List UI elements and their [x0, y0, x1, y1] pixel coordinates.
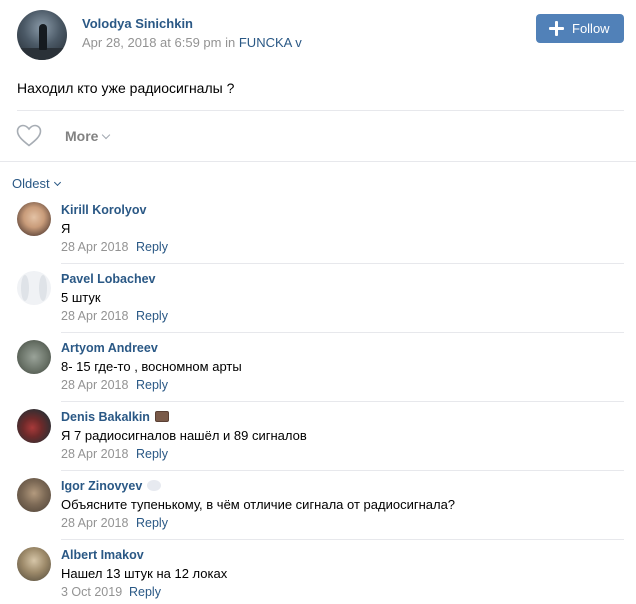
comments-divider [0, 161, 636, 162]
commenter-name-link[interactable]: Kirill Korolyov [61, 203, 146, 217]
commenter-avatar[interactable] [17, 409, 51, 443]
commenter-name-link[interactable]: Artyom Andreev [61, 341, 158, 355]
follow-button[interactable]: Follow [536, 14, 624, 43]
comment-date[interactable]: 28 Apr 2018 [61, 309, 128, 323]
comment-item: Pavel Lobachev 5 штук 28 Apr 2018 Reply [0, 264, 636, 333]
post-header: Volodya Sinichkin Apr 28, 2018 at 6:59 p… [0, 0, 636, 70]
reply-link[interactable]: Reply [136, 447, 168, 461]
commenter-avatar[interactable] [17, 271, 51, 305]
comment-item: Igor Zinovyev Объясните тупенькому, в чё… [0, 471, 636, 540]
post-text: Находил кто уже радиосигналы ? [17, 80, 235, 96]
comment-item: Denis Bakalkin Я 7 радиосигналов нашёл и… [0, 402, 636, 471]
commenter-name-link[interactable]: Denis Bakalkin [61, 410, 169, 424]
commenter-avatar[interactable] [17, 478, 51, 512]
reply-link[interactable]: Reply [136, 309, 168, 323]
author-name-link[interactable]: Volodya Sinichkin [82, 16, 193, 31]
reply-link[interactable]: Reply [136, 516, 168, 530]
comment-date[interactable]: 28 Apr 2018 [61, 447, 128, 461]
post-meta: Apr 28, 2018 at 6:59 pm in FUNCKA v [82, 35, 302, 50]
post-action-bar: More [0, 111, 636, 161]
commenter-avatar[interactable] [17, 547, 51, 581]
post-date[interactable]: Apr 28, 2018 at 6:59 pm [82, 35, 221, 50]
plus-icon [549, 21, 564, 36]
group-link[interactable]: FUNCKA v [239, 35, 302, 50]
commenter-name-link[interactable]: Pavel Lobachev [61, 272, 156, 286]
comment-text: Я [61, 221, 71, 236]
comment-date[interactable]: 28 Apr 2018 [61, 240, 128, 254]
comment-text: 8- 15 где-то , восномном арты [61, 359, 242, 374]
commenter-name-link[interactable]: Igor Zinovyev [61, 479, 162, 493]
comment-text: 5 штук [61, 290, 101, 305]
comment-text: Я 7 радиосигналов нашёл и 89 сигналов [61, 428, 307, 443]
bird-icon [147, 480, 162, 491]
comment-text: Объясните тупенькому, в чём отличие сигн… [61, 497, 456, 512]
group-suffix: v [291, 35, 302, 50]
commenter-name[interactable]: Denis Bakalkin [61, 410, 150, 424]
comment-date[interactable]: 28 Apr 2018 [61, 516, 128, 530]
author-avatar[interactable] [17, 10, 67, 60]
follow-button-label: Follow [572, 21, 610, 36]
comments-sort-label: Oldest [12, 176, 50, 191]
comment-date[interactable]: 28 Apr 2018 [61, 378, 128, 392]
briefcase-icon [154, 411, 169, 422]
comment-item: Artyom Andreev 8- 15 где-то , восномном … [0, 333, 636, 402]
comment-item: Albert Imakov Нашел 13 штук на 12 локах … [0, 540, 636, 604]
chevron-down-icon [102, 130, 111, 140]
more-button[interactable]: More [65, 128, 111, 144]
more-button-label: More [65, 128, 99, 144]
commenter-avatar[interactable] [17, 202, 51, 236]
comment-date[interactable]: 3 Oct 2019 [61, 585, 122, 599]
comments-sort-dropdown[interactable]: Oldest [12, 176, 61, 191]
comment-text: Нашел 13 штук на 12 локах [61, 566, 228, 581]
post-in-label: in [225, 35, 236, 50]
reply-link[interactable]: Reply [136, 378, 168, 392]
heart-icon[interactable] [16, 124, 42, 147]
commenter-name-link[interactable]: Albert Imakov [61, 548, 144, 562]
comment-item: Kirill Korolyov Я 28 Apr 2018 Reply [0, 195, 636, 264]
group-name[interactable]: FUNCKA [239, 35, 292, 50]
commenter-name[interactable]: Igor Zinovyev [61, 479, 142, 493]
commenter-avatar[interactable] [17, 340, 51, 374]
reply-link[interactable]: Reply [136, 240, 168, 254]
chevron-down-icon [53, 178, 61, 187]
reply-link[interactable]: Reply [129, 585, 161, 599]
